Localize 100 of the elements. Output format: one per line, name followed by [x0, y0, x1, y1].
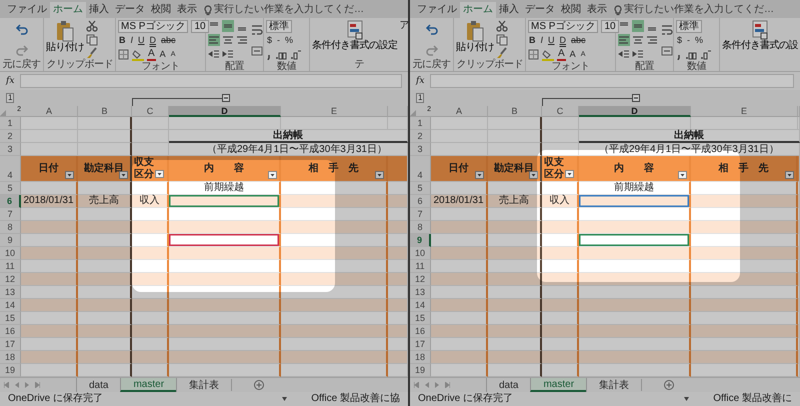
minus-icon[interactable] — [222, 94, 230, 102]
row-header[interactable]: 2 — [410, 130, 431, 143]
ribbon-tab[interactable]: ホーム — [50, 2, 86, 18]
row-header[interactable]: 7 — [0, 208, 21, 221]
borders-icon[interactable] — [528, 49, 539, 60]
align-left-icon[interactable] — [208, 34, 220, 46]
sheet-tab[interactable]: master — [120, 378, 176, 392]
align-middle-icon[interactable] — [632, 20, 644, 32]
format-button[interactable]: I — [540, 35, 544, 46]
number-format-button[interactable]: - — [276, 35, 282, 46]
ribbon-tab[interactable]: ホーム — [460, 2, 496, 18]
row-header[interactable]: 4 — [410, 156, 431, 182]
column-header[interactable]: B — [488, 106, 542, 117]
column-header[interactable]: E — [691, 106, 798, 117]
indent-decrease-icon[interactable] — [618, 48, 630, 60]
copy-icon[interactable] — [496, 34, 508, 46]
row-header[interactable]: 14 — [410, 299, 431, 312]
row-header[interactable]: 5 — [410, 182, 431, 195]
decimal-increase-icon[interactable] — [275, 50, 287, 60]
number-format-button[interactable]: $ — [676, 35, 684, 46]
row-header[interactable]: 19 — [410, 364, 431, 377]
caret-icon[interactable] — [684, 397, 690, 401]
row-header[interactable]: 6 — [0, 195, 21, 208]
grow-font-button[interactable]: A — [568, 49, 577, 60]
borders-icon[interactable] — [118, 49, 129, 60]
row-header[interactable]: 19 — [0, 364, 21, 377]
format-button[interactable]: B — [528, 35, 536, 46]
ribbon-tab[interactable]: データ — [522, 2, 558, 18]
paste-button[interactable]: 貼り付け — [46, 20, 84, 59]
row-header[interactable]: 8 — [0, 221, 21, 234]
number-format-field[interactable]: 標準 — [266, 20, 292, 33]
column-header[interactable]: C — [542, 106, 579, 117]
format-button[interactable]: B — [118, 35, 126, 46]
align-right-icon[interactable] — [646, 34, 658, 46]
dropdown-icon[interactable] — [475, 171, 484, 179]
font-size-field[interactable]: 10 — [601, 20, 619, 33]
indent-decrease-icon[interactable] — [208, 48, 220, 60]
row-header[interactable]: 15 — [410, 312, 431, 325]
row-header[interactable]: 3 — [410, 143, 431, 156]
fill-bucket-icon[interactable] — [542, 48, 554, 60]
conditional-format-button[interactable]: 条件付き書式の設定 — [312, 20, 398, 52]
dropdown-icon[interactable] — [678, 171, 687, 179]
format-button[interactable]: abc — [570, 35, 587, 46]
caret-icon[interactable] — [282, 397, 288, 401]
align-center-icon[interactable] — [222, 34, 234, 46]
align-center-icon[interactable] — [632, 34, 644, 46]
row-header[interactable]: 6 — [410, 195, 431, 208]
column-header[interactable]: C — [132, 106, 169, 117]
dropdown-icon[interactable] — [375, 171, 384, 179]
indent-increase-icon[interactable] — [222, 48, 234, 60]
row-header[interactable]: 10 — [410, 247, 431, 260]
brush-icon[interactable] — [86, 47, 98, 59]
ribbon-tab[interactable]: 校閲 — [148, 2, 174, 18]
column-header[interactable]: B — [78, 106, 132, 117]
format-button[interactable]: abc — [160, 35, 177, 46]
dropdown-icon[interactable] — [529, 171, 538, 179]
format-button[interactable]: U — [137, 35, 146, 46]
wrap-text-icon[interactable] — [251, 24, 263, 36]
plus-icon[interactable] — [254, 380, 264, 390]
font-size-field[interactable]: 10 — [191, 20, 209, 33]
number-format-field[interactable]: 標準 — [676, 20, 702, 33]
paste-button[interactable]: 貼り付け — [456, 20, 494, 59]
row-header[interactable]: 16 — [410, 325, 431, 338]
row-header[interactable]: 2 — [0, 130, 21, 143]
font-color-button[interactable]: A — [147, 48, 156, 60]
outline-level-button[interactable]: 1 — [416, 93, 424, 103]
sheet-tab[interactable]: master — [530, 378, 586, 392]
dropdown-icon[interactable] — [119, 171, 128, 179]
undo-icon[interactable] — [424, 23, 438, 36]
row-header[interactable]: 13 — [410, 286, 431, 299]
format-button[interactable]: D — [558, 35, 568, 46]
minus-icon[interactable] — [632, 94, 640, 102]
merge-icon[interactable] — [251, 44, 263, 57]
scissors-icon[interactable] — [496, 20, 508, 32]
row-header[interactable]: 13 — [0, 286, 21, 299]
row-header[interactable]: 1 — [0, 117, 21, 130]
format-button[interactable]: I — [130, 35, 134, 46]
row-header[interactable]: 18 — [410, 351, 431, 364]
row-header[interactable]: 9 — [410, 234, 431, 247]
row-header[interactable]: 18 — [0, 351, 21, 364]
dropdown-icon[interactable] — [65, 171, 74, 179]
row-header[interactable]: 7 — [410, 208, 431, 221]
ribbon-tab[interactable]: データ — [112, 2, 148, 18]
row-header[interactable]: 12 — [0, 273, 21, 286]
column-header[interactable]: A — [21, 106, 78, 117]
brush-icon[interactable] — [496, 47, 508, 59]
format-button[interactable]: U — [547, 35, 556, 46]
number-format-button[interactable]: $ — [266, 35, 274, 46]
row-header[interactable]: 3 — [0, 143, 21, 156]
font-name-field[interactable]: MS Pゴシック — [118, 20, 188, 33]
align-left-icon[interactable] — [618, 34, 630, 46]
row-header[interactable]: 10 — [0, 247, 21, 260]
column-header[interactable]: D — [169, 106, 281, 117]
row-header[interactable]: 16 — [0, 325, 21, 338]
row-header[interactable]: 15 — [0, 312, 21, 325]
search-hint[interactable]: 実行したい作業を入力してくだ… — [624, 4, 774, 16]
scissors-icon[interactable] — [86, 20, 98, 32]
fill-bucket-icon[interactable] — [132, 48, 144, 60]
row-header[interactable]: 17 — [410, 338, 431, 351]
wrap-text-icon[interactable] — [661, 24, 673, 36]
